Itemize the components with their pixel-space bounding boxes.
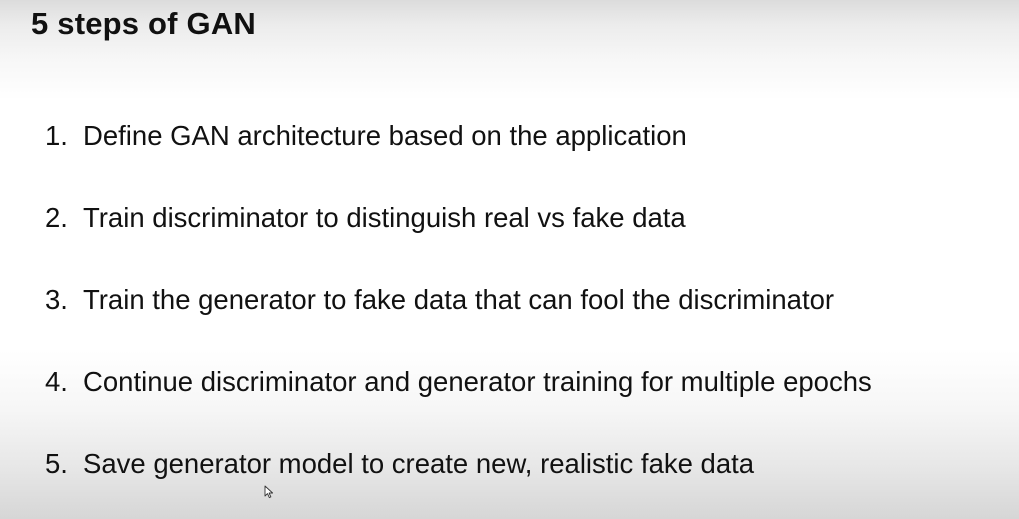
presentation-slide: 5 steps of GAN 1. Define GAN architecture… (0, 0, 1019, 519)
step-text: Continue discriminator and generator tra… (83, 366, 872, 397)
step-text: Save generator model to create new, real… (83, 448, 755, 479)
step-number: 1. (45, 120, 68, 151)
step-number: 2. (45, 202, 68, 233)
slide-title: 5 steps of GAN (31, 6, 257, 41)
step-item-2: 2. Train discriminator to distinguish rea… (45, 201, 686, 235)
step-text: Train discriminator to distinguish real … (83, 202, 686, 233)
step-number: 3. (45, 284, 68, 315)
step-number: 4. (45, 366, 68, 397)
step-item-4: 4. Continue discriminator and generator t… (45, 365, 872, 399)
step-item-1: 1. Define GAN architecture based on the a… (45, 119, 687, 153)
step-number: 5. (45, 448, 68, 479)
mouse-pointer-icon (264, 485, 274, 499)
step-item-5: 5. Save generator model to create new, re… (45, 447, 754, 481)
step-item-3: 3. Train the generator to fake data that … (45, 283, 834, 317)
step-text: Define GAN architecture based on the app… (83, 120, 687, 151)
step-text: Train the generator to fake data that ca… (83, 284, 835, 315)
